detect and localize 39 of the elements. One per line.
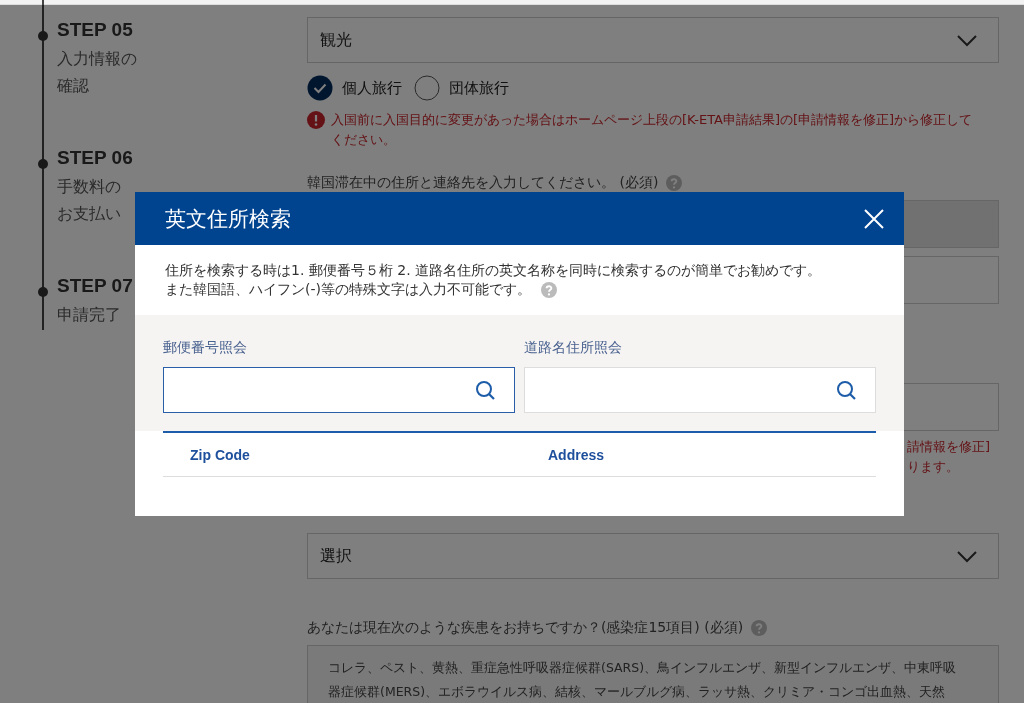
disease-list-line: 器症候群(MERS)、エボラウイルス病、結核、マールブルグ病、ラッサ熱、クリミア・コンゴ出血熱、天然 <box>328 683 946 701</box>
column-header: Address <box>548 446 605 463</box>
help-icon <box>541 281 557 298</box>
column-header: Zip Code <box>190 446 251 463</box>
disease-list-line: コレラ、ペスト、黄熱、重症急性呼吸器症候群(SARS)、鳥インフルエンザ、新型インフルエンザ、中東呼吸 <box>328 659 957 677</box>
dialog-title: 英文住所検索 <box>165 205 291 233</box>
step-title: STEP 05 <box>57 19 133 41</box>
step-label: 確認 <box>57 75 89 97</box>
select-field[interactable]: 観光 <box>307 17 999 63</box>
dialog-description: 住所を検索する時は1. 郵便番号５桁 2. 道路名住所の英文名称を同時に検索するのが簡単でお勧めです。 <box>165 261 822 280</box>
step-label: 入力情報の <box>57 48 137 70</box>
step-label: お支払い <box>57 203 121 225</box>
field-label: あなたは現在次のような疾患をお持ちですか？(感染症15項目) (必須) <box>307 619 744 637</box>
help-icon <box>751 620 768 636</box>
error-message: 入国前に入国目的に変更があった場合はホームページ上段の[K-ETA申請結果]の[申請情報を修正]から修正してください。 <box>331 111 974 149</box>
help-icon <box>666 175 683 191</box>
step-dot <box>38 287 48 297</box>
chevron-down-icon <box>956 549 978 563</box>
step-label: 手数料の <box>57 176 121 198</box>
close-icon <box>864 208 884 229</box>
select-field[interactable]: 選択 <box>307 533 999 579</box>
search-icon <box>475 379 496 401</box>
field-label: 韓国滞在中の住所と連絡先を入力してください。 (必須) <box>307 174 659 192</box>
error-message: ります。 <box>907 458 960 476</box>
step-title: STEP 07 <box>57 275 133 297</box>
field-label: 郵便番号照会 <box>163 339 248 357</box>
radio-option[interactable]: 個人旅行 <box>307 75 402 101</box>
error-message: 請情報を修正] <box>907 438 992 456</box>
step-title: STEP 06 <box>57 147 133 169</box>
alert-icon <box>307 111 325 129</box>
step-dot <box>38 159 48 169</box>
step-label: 申請完了 <box>57 304 121 326</box>
radio-option[interactable]: 団体旅行 <box>414 75 509 101</box>
dialog-description: また韓国語、ハイフン(-)等の特殊文字は入力不可能です。 <box>165 280 531 299</box>
step-dot <box>38 31 48 41</box>
field-label: 道路名住所照会 <box>524 339 623 357</box>
search-icon <box>836 379 857 401</box>
search-field[interactable] <box>163 367 515 413</box>
chevron-down-icon <box>956 33 978 47</box>
